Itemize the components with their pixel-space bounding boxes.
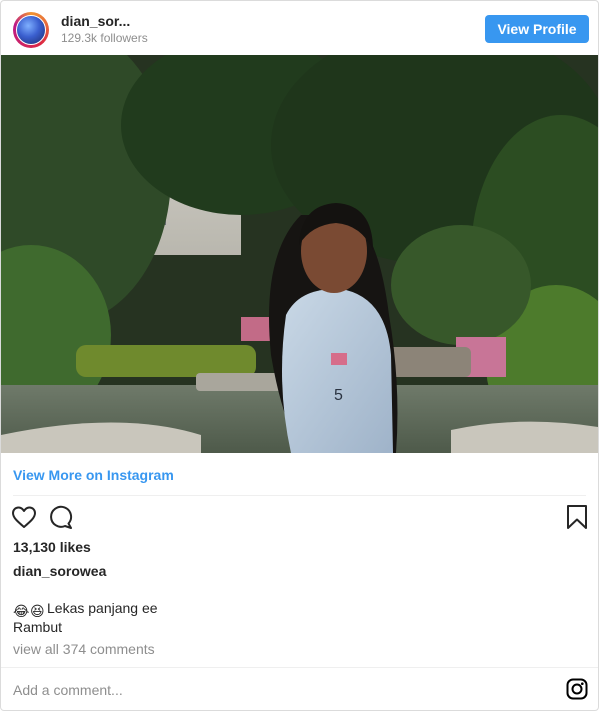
username[interactable]: dian_sor...	[61, 13, 130, 29]
comment-button[interactable]	[46, 503, 74, 531]
comment-icon	[50, 505, 73, 529]
caption-line-2: Rambut	[13, 619, 63, 635]
svg-text:5: 5	[334, 387, 343, 404]
add-comment-input[interactable]: Add a comment...	[13, 682, 123, 698]
divider	[13, 495, 586, 496]
like-count[interactable]: 13,130 likes	[13, 539, 91, 555]
like-button[interactable]	[10, 503, 38, 531]
laugh-tears-emoji-icon: 😂	[13, 603, 30, 619]
heart-icon	[12, 506, 36, 528]
post-photo[interactable]: 5	[1, 55, 598, 453]
avatar-image	[16, 15, 46, 45]
post-header: dian_sor... 129.3k followers View Profil…	[1, 1, 598, 55]
view-all-comments-link[interactable]: view all 374 comments	[13, 641, 155, 657]
bookmark-icon	[567, 505, 587, 529]
instagram-embed-card: dian_sor... 129.3k followers View Profil…	[0, 0, 599, 711]
divider	[1, 667, 598, 668]
view-more-on-instagram-link[interactable]: View More on Instagram	[13, 467, 174, 483]
post-owner-username[interactable]: dian_sorowea	[13, 563, 106, 579]
caption-line-1: Lekas panjang ee	[47, 600, 158, 616]
avatar[interactable]	[13, 12, 49, 48]
save-button[interactable]	[563, 503, 591, 531]
post-caption: 😂😆 Lekas panjang ee Rambut	[13, 599, 573, 636]
follower-count: 129.3k followers	[61, 31, 148, 45]
instagram-icon[interactable]	[566, 678, 588, 700]
grinning-squint-emoji-icon: 😆	[30, 603, 45, 619]
view-profile-button[interactable]: View Profile	[485, 15, 589, 43]
